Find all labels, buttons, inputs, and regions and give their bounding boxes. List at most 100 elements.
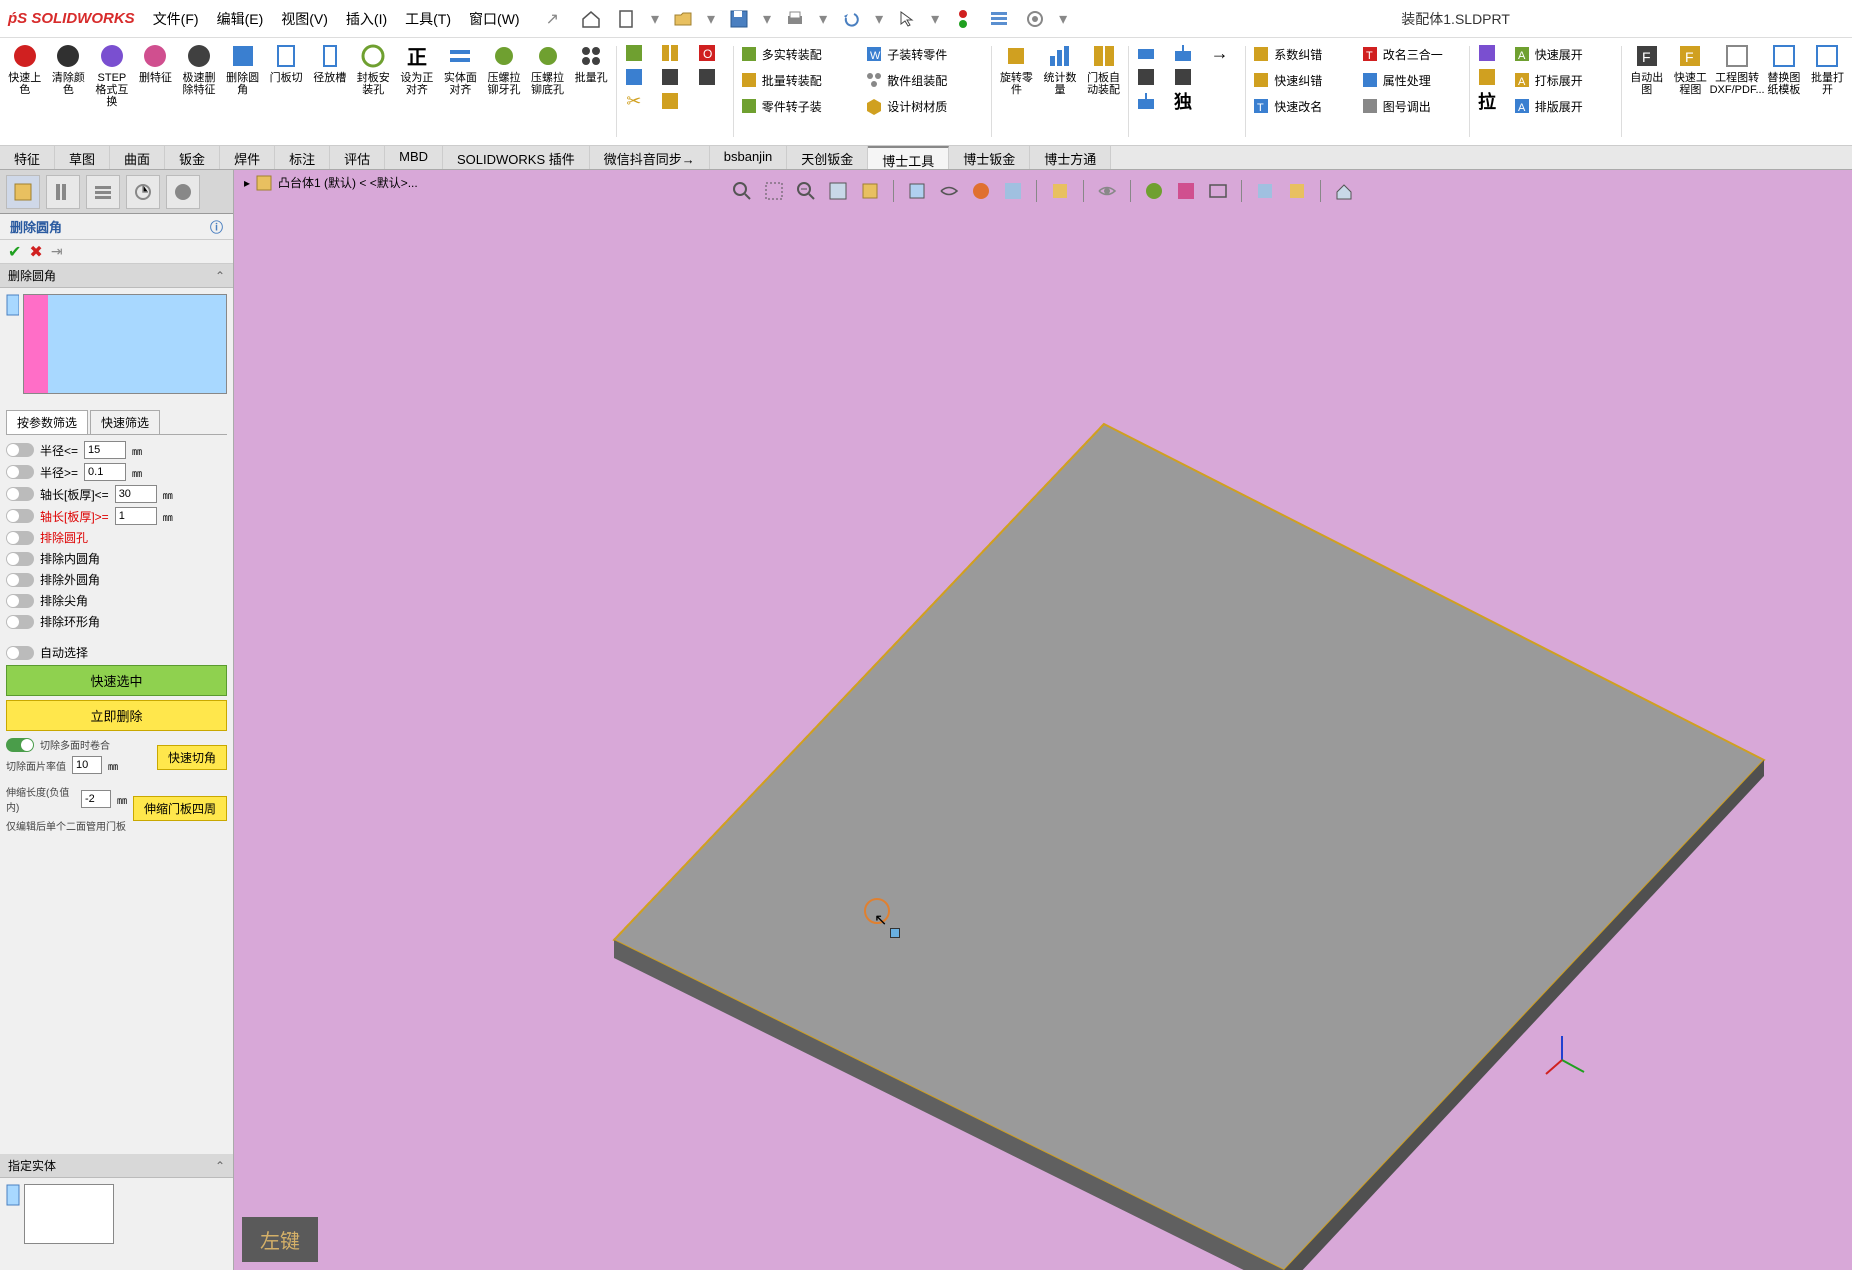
ribbon-swap-tpl[interactable]: 替换图纸模板 xyxy=(1765,42,1803,141)
view-globe-icon[interactable] xyxy=(1141,178,1167,204)
breadcrumb[interactable]: ▸ 凸台体1 (默认) < <默认>... xyxy=(244,174,418,191)
ribbon-rotate-part[interactable]: 旋转零件 xyxy=(998,42,1036,141)
mini-icon-9[interactable] xyxy=(696,90,718,112)
cancel-icon[interactable]: ✖ xyxy=(29,242,42,262)
ribbon-batch-open[interactable]: 批量打开 xyxy=(1809,42,1847,141)
filter-tab-params[interactable]: 按参数筛选 xyxy=(6,410,88,434)
edit-appearance-icon[interactable] xyxy=(968,178,994,204)
tab-tianchuang[interactable]: 天创钣金 xyxy=(787,146,868,169)
entity-selection-box[interactable] xyxy=(24,1184,114,1244)
toggle-excl-ring[interactable] xyxy=(6,615,34,629)
view-eye-icon[interactable] xyxy=(1094,178,1120,204)
mini-s6[interactable]: 独 xyxy=(1172,90,1194,112)
toggle-auto-select[interactable] xyxy=(6,646,34,660)
num-callout-btn[interactable]: 图号调出 xyxy=(1361,94,1463,118)
input-radius-gte[interactable] xyxy=(84,463,126,481)
selection-preview[interactable] xyxy=(23,294,227,394)
ribbon-face-align[interactable]: 实体面对齐 xyxy=(442,42,480,141)
ribbon-batch-hole[interactable]: 批量孔 xyxy=(572,42,610,141)
tab-sheetmetal[interactable]: 钣金 xyxy=(165,146,220,169)
collapse-icon-2[interactable]: ⌃ xyxy=(215,1159,225,1173)
menu-file[interactable]: 文件(F) xyxy=(153,9,199,29)
tab-doctor-tools[interactable]: 博士工具 xyxy=(868,146,949,169)
settings-icon[interactable] xyxy=(1023,7,1047,31)
quick-rename-btn[interactable]: T快速改名 xyxy=(1252,94,1354,118)
mini-icon-8[interactable] xyxy=(696,66,718,88)
multi-body-btn[interactable]: 多实转装配 xyxy=(740,42,860,66)
tab-feature[interactable]: 特征 xyxy=(0,146,55,169)
mini-s3[interactable] xyxy=(1135,90,1157,112)
mini-icon-1[interactable] xyxy=(623,42,645,64)
lp-tool-feature-tree[interactable] xyxy=(6,175,40,209)
toggle-excl-sharp[interactable] xyxy=(6,594,34,608)
mini-icon-7[interactable]: O xyxy=(696,42,718,64)
apply-scene-icon[interactable] xyxy=(1000,178,1026,204)
attr-proc-btn[interactable]: 属性处理 xyxy=(1361,68,1463,92)
lp-tool-config[interactable] xyxy=(86,175,120,209)
mini-e2[interactable] xyxy=(1476,66,1498,88)
sub-asm-btn[interactable]: W子装转零件 xyxy=(865,42,985,66)
ribbon-door-auto[interactable]: 门板自动装配 xyxy=(1085,42,1123,141)
new-icon[interactable] xyxy=(615,7,639,31)
ribbon-quick-color[interactable]: 快速上色 xyxy=(6,42,44,141)
ribbon-eng-dxf[interactable]: 工程图转DXF/PDF... xyxy=(1715,42,1759,141)
mini-s7[interactable]: → xyxy=(1209,42,1231,64)
filter-tab-quick[interactable]: 快速筛选 xyxy=(90,410,160,434)
select-icon[interactable] xyxy=(895,7,919,31)
traffic-icon[interactable] xyxy=(951,7,975,31)
view-cube-icon[interactable] xyxy=(1047,178,1073,204)
view-home-icon[interactable] xyxy=(1331,178,1357,204)
part-asm-btn[interactable]: 散件组装配 xyxy=(865,68,985,92)
graphics-viewport[interactable]: ▸ 凸台体1 (默认) < <默认>... xyxy=(234,170,1852,1270)
view-extra2-icon[interactable] xyxy=(1284,178,1310,204)
ribbon-step[interactable]: STEP格式互换 xyxy=(93,42,131,141)
ribbon-door-cut[interactable]: 门板切 xyxy=(267,42,305,141)
save-icon[interactable] xyxy=(727,7,751,31)
mini-e1[interactable] xyxy=(1476,42,1498,64)
scissors-icon[interactable]: ✂ xyxy=(623,90,645,112)
quick-fix-btn[interactable]: 快速纠错 xyxy=(1252,68,1354,92)
toggle-collapse[interactable] xyxy=(6,738,34,752)
toggle-excl-hole[interactable] xyxy=(6,531,34,545)
ribbon-quick-eng[interactable]: F快速工程图 xyxy=(1672,42,1710,141)
lp-tool-dimxpert[interactable] xyxy=(126,175,160,209)
input-stretch[interactable] xyxy=(81,790,111,808)
toggle-excl-outer[interactable] xyxy=(6,573,34,587)
lp-tool-appearance[interactable] xyxy=(166,175,200,209)
display-style-icon[interactable] xyxy=(904,178,930,204)
tab-wechat[interactable]: 微信抖音同步→ xyxy=(590,146,710,169)
help-icon[interactable]: ⓘ xyxy=(210,217,223,236)
list-icon[interactable] xyxy=(987,7,1011,31)
collapse-icon[interactable]: ⌃ xyxy=(215,269,225,283)
open-icon[interactable] xyxy=(671,7,695,31)
ribbon-seal-hole[interactable]: 封板安装孔 xyxy=(355,42,393,141)
mini-s5[interactable] xyxy=(1172,66,1194,88)
mini-s2[interactable] xyxy=(1135,66,1157,88)
tab-evaluate[interactable]: 评估 xyxy=(330,146,385,169)
menu-tools[interactable]: 工具(T) xyxy=(405,9,451,29)
btn-quick-chamfer[interactable]: 快速切角 xyxy=(157,745,227,770)
tab-doctor-sheet[interactable]: 博士钣金 xyxy=(949,146,1030,169)
mini-icon-6[interactable] xyxy=(659,90,681,112)
view-render-icon[interactable] xyxy=(1173,178,1199,204)
menu-window[interactable]: 窗口(W) xyxy=(469,9,520,29)
view-triad[interactable] xyxy=(1542,1030,1592,1080)
tab-weldment[interactable]: 焊件 xyxy=(220,146,275,169)
toggle-radius-gte[interactable] xyxy=(6,465,34,479)
btn-quick-select[interactable]: 快速选中 xyxy=(6,665,227,696)
btn-stretch[interactable]: 伸缩门板四周 xyxy=(133,796,227,821)
batch-asm-btn[interactable]: 批量转装配 xyxy=(740,68,860,92)
mini-icon-4[interactable] xyxy=(659,42,681,64)
print-icon[interactable] xyxy=(783,7,807,31)
quick-expand-btn[interactable]: A快速展开 xyxy=(1513,42,1615,66)
tab-bsbanjin[interactable]: bsbanjin xyxy=(710,146,787,169)
undo-icon[interactable] xyxy=(839,7,863,31)
input-radius-lte[interactable] xyxy=(84,441,126,459)
layout-expand-btn[interactable]: A排版展开 xyxy=(1513,94,1615,118)
mark-expand-btn[interactable]: A打标展开 xyxy=(1513,68,1615,92)
view-orient-icon[interactable] xyxy=(857,178,883,204)
tab-sketch[interactable]: 草图 xyxy=(55,146,110,169)
ribbon-del-fillet[interactable]: 删除圆角 xyxy=(224,42,262,141)
zoom-prev-icon[interactable] xyxy=(793,178,819,204)
tab-doctor-fangtong[interactable]: 博士方通 xyxy=(1030,146,1111,169)
